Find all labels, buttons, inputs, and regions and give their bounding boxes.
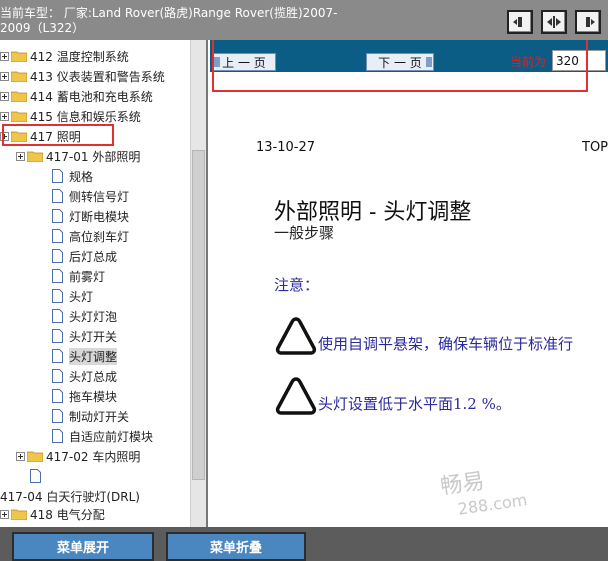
selected-item-label: 头灯调整 xyxy=(69,347,118,365)
document-icon xyxy=(52,349,63,363)
split-view-button[interactable] xyxy=(541,10,567,34)
tree-item-brake-switch[interactable]: 制动灯开关 xyxy=(52,406,129,426)
arrow-left-icon xyxy=(214,57,220,67)
folder-icon xyxy=(11,51,27,62)
document-icon xyxy=(52,309,63,323)
expand-icon xyxy=(586,17,595,27)
prev-page-button[interactable]: 上 一 页 xyxy=(212,53,276,71)
next-page-button[interactable]: 下 一 页 xyxy=(366,53,434,71)
doc-date: 13-10-27 xyxy=(256,140,316,155)
folder-icon xyxy=(11,111,27,122)
vehicle-line-2: 2009（L322） xyxy=(0,21,85,35)
expand-plus-icon[interactable] xyxy=(0,91,9,101)
arrow-right-icon xyxy=(426,57,432,67)
expand-plus-icon[interactable] xyxy=(0,71,9,81)
folder-icon xyxy=(11,509,27,520)
highlight-box-417 xyxy=(2,124,114,146)
current-vehicle-label: 当前车型： 厂家:Land Rover(路虎)Range Rover(揽胜)20… xyxy=(0,6,440,36)
current-page-label: 当前为 xyxy=(510,55,547,69)
tree-item-412[interactable]: 412 温度控制系统 xyxy=(0,46,129,66)
tree-item-headlamp-adjust[interactable]: 头灯调整 xyxy=(52,346,118,366)
document-icon xyxy=(52,229,63,243)
tree-item-trailer-module[interactable]: 拖车模块 xyxy=(52,386,117,406)
doc-note-label: 注意： xyxy=(274,276,320,294)
document-icon xyxy=(52,409,63,423)
tree-item-blank[interactable] xyxy=(30,466,47,486)
title-bar: 当前车型： 厂家:Land Rover(路虎)Range Rover(揽胜)20… xyxy=(0,0,608,40)
folder-icon xyxy=(11,91,27,102)
document-icon xyxy=(52,429,63,443)
warning-row-2: 头灯设置低于水平面1.2 %。 xyxy=(274,372,511,416)
expand-plus-icon[interactable] xyxy=(0,111,9,121)
collapse-icon xyxy=(513,17,522,27)
menu-tree: 412 温度控制系统 413 仪表装置和警告系统 414 蓄电池和充电系统 41… xyxy=(0,40,208,527)
tree-item-spec[interactable]: 规格 xyxy=(52,166,93,186)
document-icon xyxy=(52,209,63,223)
tree-item-headlamp-bulb[interactable]: 头灯灯泡 xyxy=(52,306,117,326)
collapse-left-button[interactable] xyxy=(507,10,533,34)
tree-scrollbar[interactable] xyxy=(190,40,206,527)
tree-item-headlamp[interactable]: 头灯 xyxy=(52,286,93,306)
tree-item-headlamp-switch[interactable]: 头灯开关 xyxy=(52,326,117,346)
bottom-toolbar: 菜单展开 菜单折叠 xyxy=(0,527,608,561)
tree-item-418[interactable]: 418 电气分配 xyxy=(0,504,105,524)
tree-item-side-turn-lamp[interactable]: 侧转信号灯 xyxy=(52,186,129,206)
tree-item-adaptive-front-lamp[interactable]: 自适应前灯模块 xyxy=(52,426,153,446)
document-icon xyxy=(52,369,63,383)
warning-triangle-icon xyxy=(275,377,317,415)
document-icon xyxy=(52,269,63,283)
menu-expand-button[interactable]: 菜单展开 xyxy=(12,532,154,561)
document-icon xyxy=(52,169,63,183)
tree-scrollbar-thumb[interactable] xyxy=(192,150,205,480)
menu-collapse-button[interactable]: 菜单折叠 xyxy=(166,532,306,561)
document-viewer: 上 一 页 下 一 页 当前为 13-10-27 TOP 外部照明 - 头灯调整… xyxy=(210,40,608,527)
tree-item-front-fog[interactable]: 前雾灯 xyxy=(52,266,105,286)
tree-item-high-brake-lamp[interactable]: 高位刹车灯 xyxy=(52,226,129,246)
expand-plus-icon[interactable] xyxy=(0,51,9,61)
doc-subtitle: 一般步骤 xyxy=(274,224,335,242)
vehicle-line-1: 当前车型： 厂家:Land Rover(路虎)Range Rover(揽胜)20… xyxy=(0,6,338,20)
tree-item-417-04[interactable]: 417-04 白天行驶灯(DRL) xyxy=(0,486,140,506)
folder-icon xyxy=(27,451,43,462)
current-page-input[interactable] xyxy=(552,50,606,71)
tree-item-413[interactable]: 413 仪表装置和警告系统 xyxy=(0,66,165,86)
document-icon xyxy=(52,289,63,303)
tree-item-headlamp-assembly[interactable]: 头灯总成 xyxy=(52,366,117,386)
tree-item-415[interactable]: 415 信息和娱乐系统 xyxy=(0,106,141,126)
tree-item-417-02[interactable]: 417-02 车内照明 xyxy=(16,446,140,466)
expand-plus-icon[interactable] xyxy=(16,151,25,161)
document-icon xyxy=(30,469,41,483)
document-icon xyxy=(52,249,63,263)
watermark: 畅易 288.com xyxy=(438,468,529,519)
expand-plus-icon[interactable] xyxy=(16,451,25,461)
document-icon xyxy=(52,329,63,343)
tree-item-lamp-power-module[interactable]: 灯断电模块 xyxy=(52,206,129,226)
folder-icon xyxy=(11,71,27,82)
expand-plus-icon[interactable] xyxy=(0,509,9,519)
open-folder-icon xyxy=(27,151,43,162)
document-icon xyxy=(52,389,63,403)
warning-triangle-icon xyxy=(275,317,317,355)
tree-item-rear-lamp[interactable]: 后灯总成 xyxy=(52,246,117,266)
split-icon xyxy=(547,16,561,28)
tree-item-417-01[interactable]: 417-01 外部照明 xyxy=(16,146,140,166)
warning-row-1: 使用自调平悬架，确保车辆位于标准行 xyxy=(274,312,573,356)
doc-top-label: TOP xyxy=(582,140,608,155)
tree-item-414[interactable]: 414 蓄电池和充电系统 xyxy=(0,86,153,106)
expand-right-button[interactable] xyxy=(575,10,601,34)
document-icon xyxy=(52,189,63,203)
